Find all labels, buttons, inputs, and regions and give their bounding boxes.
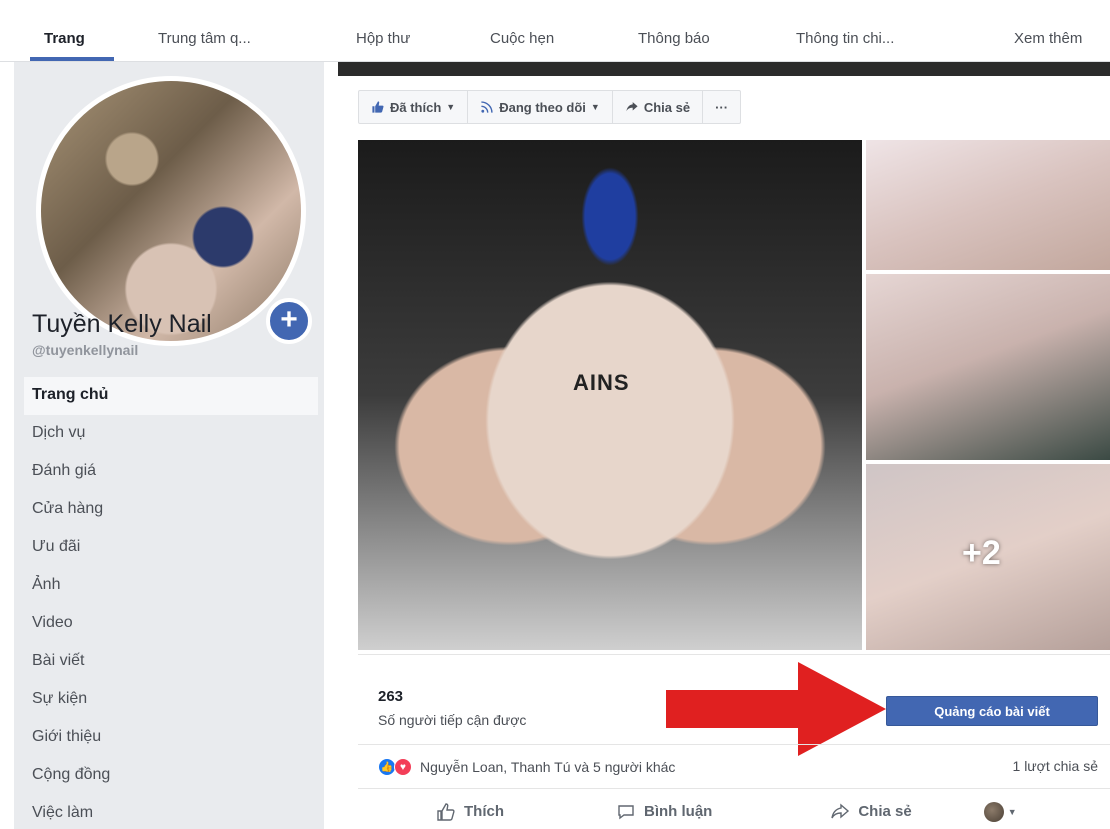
chevron-down-icon: ▼ <box>1007 806 1017 817</box>
sidebar-nav: Trang chủ Dịch vụ Đánh giá Cửa hàng Ưu đ… <box>24 377 318 829</box>
share-post-label: Chia sẻ <box>858 803 912 820</box>
tab-hop-thu[interactable]: Hộp thư <box>356 30 410 47</box>
tab-trung-tam[interactable]: Trung tâm q... <box>158 30 251 47</box>
tab-thong-bao[interactable]: Thông báo <box>638 30 710 47</box>
page-handle[interactable]: @tuyenkellynail <box>32 342 138 358</box>
sidebar-item-video[interactable]: Video <box>24 605 318 643</box>
liked-label: Đã thích <box>390 99 442 115</box>
divider <box>358 788 1110 789</box>
post-action-row: Thích Bình luận Chia sẻ ▼ <box>358 794 1110 829</box>
divider <box>358 744 1110 745</box>
following-label: Đang theo dõi <box>499 99 586 115</box>
tab-thong-tin[interactable]: Thông tin chi... <box>796 30 894 47</box>
thumbs-up-icon <box>372 101 384 113</box>
reactions-summary[interactable]: 👍 ♥ Nguyễn Loan, Thanh Tú và 5 người khá… <box>378 758 675 776</box>
sidebar-item-uu-dai[interactable]: Ưu đãi <box>24 529 318 567</box>
red-arrow-annotation <box>666 662 886 756</box>
liked-button[interactable]: Đã thích ▼ <box>359 91 469 123</box>
share-arrow-icon <box>831 802 850 819</box>
tab-xem-them[interactable]: Xem thêm <box>1014 30 1082 47</box>
sidebar-item-cua-hang[interactable]: Cửa hàng <box>24 491 318 529</box>
reactions-text: Nguyễn Loan, Thanh Tú và 5 người khác <box>420 759 676 775</box>
share-post-button[interactable]: Chia sẻ <box>830 802 912 822</box>
like-label: Thích <box>464 803 504 820</box>
cover-photo-edge <box>338 62 1110 76</box>
comment-button[interactable]: Bình luận <box>616 802 712 822</box>
audience-selector[interactable]: ▼ <box>983 801 1017 822</box>
post-photo-2[interactable] <box>866 140 1110 270</box>
page-action-bar: Đã thích ▼ Đang theo dõi ▼ Chia sẻ ··· <box>358 90 742 124</box>
like-button[interactable]: Thích <box>436 802 504 822</box>
promote-post-button[interactable]: Quảng cáo bài viết <box>886 696 1098 726</box>
sidebar-item-anh[interactable]: Ảnh <box>24 567 318 605</box>
tab-trang[interactable]: Trang <box>44 30 85 47</box>
left-sidebar: + Tuyền Kelly Nail @tuyenkellynail Trang… <box>14 62 324 829</box>
sidebar-item-gioi-thieu[interactable]: Giới thiệu <box>24 719 318 757</box>
post-photo-4[interactable]: +2 <box>866 464 1110 650</box>
rss-icon <box>481 101 493 113</box>
share-page-button[interactable]: Chia sẻ <box>613 91 704 123</box>
chevron-down-icon: ▼ <box>590 102 600 112</box>
active-tab-indicator <box>30 57 114 61</box>
post-photo-main[interactable]: AINS <box>358 140 862 650</box>
sidebar-item-danh-gia[interactable]: Đánh giá <box>24 453 318 491</box>
more-options-button[interactable]: ··· <box>703 91 740 123</box>
shares-count[interactable]: 1 lượt chia sẻ <box>1013 758 1098 774</box>
page-tabs: Trang Trung tâm q... Hộp thư Cuộc hẹn Th… <box>0 0 1110 62</box>
sidebar-item-dich-vu[interactable]: Dịch vụ <box>24 415 318 453</box>
thumbs-up-icon <box>437 802 455 821</box>
profile-picture[interactable] <box>36 76 306 346</box>
avatar <box>983 801 1004 822</box>
add-photo-button[interactable]: + <box>266 298 312 344</box>
tab-cuoc-hen[interactable]: Cuộc hẹn <box>490 30 554 47</box>
more-photos-count: +2 <box>962 534 1001 572</box>
reach-label: Số người tiếp cận được <box>378 712 527 728</box>
sidebar-item-viec-lam[interactable]: Việc làm <box>24 795 318 829</box>
sidebar-item-bai-viet[interactable]: Bài viết <box>24 643 318 681</box>
main-content: Đã thích ▼ Đang theo dõi ▼ Chia sẻ ··· A… <box>338 62 1110 829</box>
divider <box>358 654 1110 655</box>
profile-picture-container: + <box>36 76 316 346</box>
chevron-down-icon: ▼ <box>446 102 456 112</box>
jar-label-text: AINS <box>573 370 630 395</box>
love-reaction-icon: ♥ <box>394 758 412 776</box>
page-name[interactable]: Tuyền Kelly Nail <box>32 310 212 339</box>
sidebar-item-cong-dong[interactable]: Cộng đồng <box>24 757 318 795</box>
sidebar-item-trang-chu[interactable]: Trang chủ <box>24 377 318 415</box>
following-button[interactable]: Đang theo dõi ▼ <box>468 91 613 123</box>
comment-label: Bình luận <box>644 803 713 820</box>
sidebar-item-su-kien[interactable]: Sự kiện <box>24 681 318 719</box>
reach-count: 263 <box>378 688 404 705</box>
post-photo-3[interactable] <box>866 274 1110 460</box>
share-arrow-icon <box>626 102 638 112</box>
share-page-label: Chia sẻ <box>643 99 691 115</box>
speech-bubble-icon <box>618 804 634 819</box>
